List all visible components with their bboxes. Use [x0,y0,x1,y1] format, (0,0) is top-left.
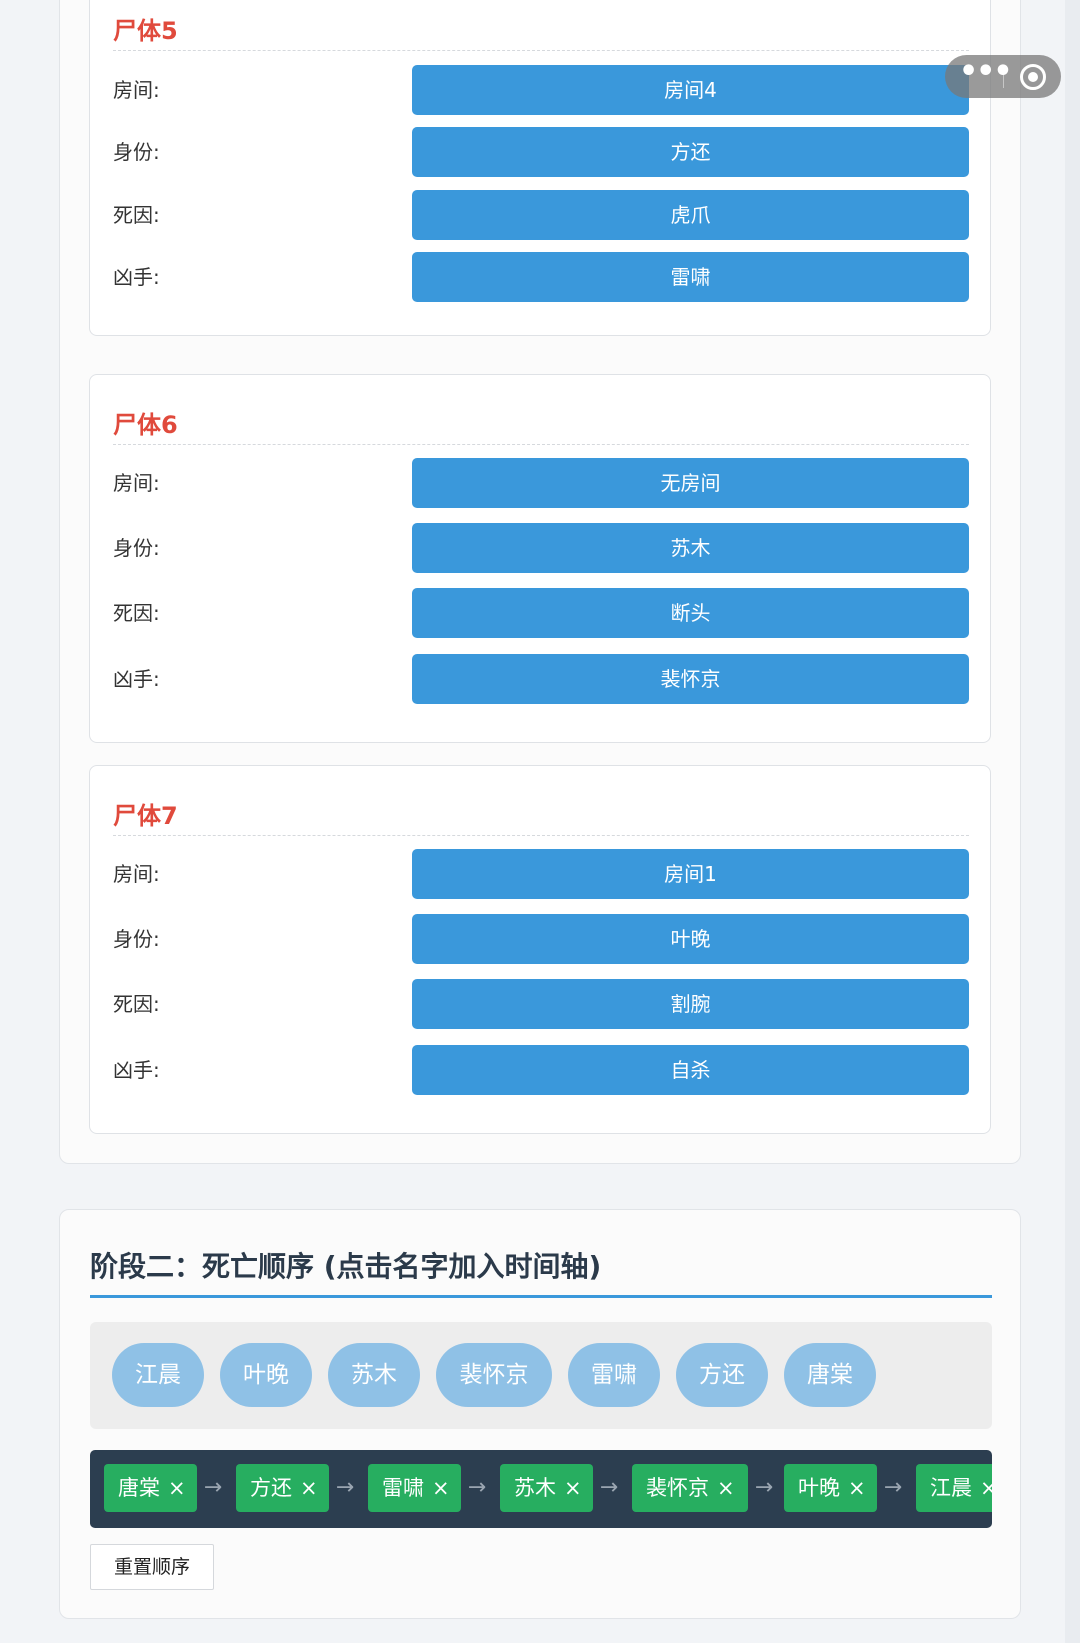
more-icon[interactable]: ••• [959,55,1013,98]
cause-select-button[interactable]: 割腕 [412,979,969,1029]
body-card-6: 尸体6 房间: 无房间 身份: 苏木 死因: 断头 凶手: 裴怀京 [89,374,991,743]
room-label: 房间: [113,78,160,102]
death-timeline: 唐棠 × → 方还 × → 雷啸 × → 苏木 × → 裴怀京 × → 叶晚 × → [90,1450,992,1528]
page: 尸体5 房间: 房间4 身份: 方还 死因: 虎爪 凶手: 雷啸 尸体6 房间:… [0,0,1080,1643]
names-pool: 江晨 叶晚 苏木 裴怀京 雷啸 方还 唐棠 [90,1322,992,1429]
close-target-icon[interactable] [1020,64,1046,90]
room-select-button[interactable]: 无房间 [412,458,969,508]
identity-label: 身份: [113,536,160,560]
name-chip[interactable]: 唐棠 [784,1343,876,1407]
name-chip[interactable]: 雷啸 [568,1343,660,1407]
identity-select-button[interactable]: 方还 [412,127,969,177]
miniprogram-capsule: ••• [945,55,1061,98]
arrow-right-icon: → [883,1475,903,1500]
killer-label: 凶手: [113,1058,160,1082]
identity-label: 身份: [113,927,160,951]
timeline-item: 江晨 × [916,1464,992,1512]
remove-icon[interactable]: × [564,1464,582,1512]
remove-icon[interactable]: × [432,1464,450,1512]
killer-label: 凶手: [113,265,160,289]
timeline-item-label: 方还 [250,1476,292,1500]
remove-icon[interactable]: × [168,1464,186,1512]
timeline-item: 裴怀京 × [632,1464,748,1512]
cause-label: 死因: [113,601,160,625]
body-title: 尸体6 [113,411,178,439]
scroll-edge [1065,0,1080,1643]
timeline-item: 苏木 × [500,1464,593,1512]
cause-label: 死因: [113,992,160,1016]
stage2-title: 阶段二：死亡顺序 (点击名字加入时间轴) [90,1250,602,1283]
arrow-right-icon: → [599,1475,619,1500]
body-title: 尸体5 [113,17,178,45]
reset-order-button[interactable]: 重置顺序 [90,1544,214,1590]
arrow-right-icon: → [203,1475,223,1500]
body-title: 尸体7 [113,802,178,830]
remove-icon[interactable]: × [848,1464,866,1512]
name-chip[interactable]: 苏木 [328,1343,420,1407]
name-chip[interactable]: 裴怀京 [436,1343,552,1407]
room-label: 房间: [113,471,160,495]
killer-select-button[interactable]: 雷啸 [412,252,969,302]
timeline-item-label: 裴怀京 [646,1476,709,1500]
body-card-5: 尸体5 房间: 房间4 身份: 方还 死因: 虎爪 凶手: 雷啸 [89,0,991,336]
timeline-item: 方还 × [236,1464,329,1512]
name-chip[interactable]: 方还 [676,1343,768,1407]
body-divider [113,50,969,51]
arrow-right-icon: → [467,1475,487,1500]
timeline-item-label: 江晨 [930,1476,972,1500]
room-select-button[interactable]: 房间4 [412,65,969,115]
timeline-item: 唐棠 × [104,1464,197,1512]
room-label: 房间: [113,862,160,886]
timeline-item-label: 苏木 [514,1476,556,1500]
remove-icon[interactable]: × [980,1464,992,1512]
timeline-item: 叶晚 × [784,1464,877,1512]
name-chip[interactable]: 江晨 [112,1343,204,1407]
timeline-item-label: 唐棠 [118,1476,160,1500]
identity-select-button[interactable]: 苏木 [412,523,969,573]
room-select-button[interactable]: 房间1 [412,849,969,899]
killer-select-button[interactable]: 自杀 [412,1045,969,1095]
title-underline [90,1295,992,1298]
timeline-item-label: 雷啸 [382,1476,424,1500]
remove-icon[interactable]: × [300,1464,318,1512]
body-divider [113,444,969,445]
timeline-item: 雷啸 × [368,1464,461,1512]
remove-icon[interactable]: × [717,1464,735,1512]
timeline-item-label: 叶晚 [798,1476,840,1500]
identity-label: 身份: [113,140,160,164]
arrow-right-icon: → [754,1475,774,1500]
cause-label: 死因: [113,203,160,227]
identity-select-button[interactable]: 叶晚 [412,914,969,964]
stage2-card: 阶段二：死亡顺序 (点击名字加入时间轴) 江晨 叶晚 苏木 裴怀京 雷啸 方还 … [59,1209,1021,1619]
name-chip[interactable]: 叶晚 [220,1343,312,1407]
killer-select-button[interactable]: 裴怀京 [412,654,969,704]
cause-select-button[interactable]: 断头 [412,588,969,638]
cause-select-button[interactable]: 虎爪 [412,190,969,240]
body-divider [113,835,969,836]
killer-label: 凶手: [113,667,160,691]
capsule-separator [1003,65,1004,88]
arrow-right-icon: → [335,1475,355,1500]
body-card-7: 尸体7 房间: 房间1 身份: 叶晚 死因: 割腕 凶手: 自杀 [89,765,991,1134]
